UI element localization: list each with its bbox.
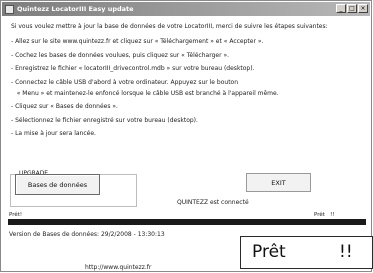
connection-status: QUINTEZZ est connecté: [177, 199, 249, 206]
step-4: - Connectez le câble USB d'abord à votre…: [11, 78, 239, 86]
step-2: - Cochez les bases de données voulues, p…: [11, 51, 230, 59]
app-window: Quintezz LocatorIII Easy update _ □ × Si…: [0, 0, 372, 272]
window-title: Quintezz LocatorIII Easy update: [17, 5, 134, 13]
window-controls: _ □ ×: [336, 4, 368, 13]
step-1: - Allez sur le site www.quintezz.fr et c…: [11, 38, 264, 46]
status-text-left: Prêt!: [9, 212, 23, 218]
step-4-cont: « Menu » et maintenez-le enfoncé lorsque…: [11, 90, 279, 98]
zoomed-status-word: Prêt: [252, 242, 286, 262]
title-bar[interactable]: Quintezz LocatorIII Easy update _ □ ×: [2, 2, 370, 16]
instructions: Si vous voulez mettre à jour la base de …: [11, 23, 363, 139]
step-3: - Enregistrez le fichier « locatorIII_dr…: [11, 65, 255, 73]
app-icon: [5, 4, 14, 14]
intro-text: Si vous voulez mettre à jour la base de …: [11, 23, 328, 30]
step-7: - La mise à jour sera lancée.: [11, 130, 96, 138]
website-link[interactable]: http://www.quintezz.fr: [85, 264, 151, 271]
zoomed-status-callout: Prêt !!: [240, 236, 373, 269]
maximize-button[interactable]: □: [347, 4, 357, 13]
database-version: Version de Bases de données: 29/2/2008 -…: [9, 231, 165, 238]
close-button[interactable]: ×: [358, 4, 368, 13]
status-text-right: Prêt !!: [314, 212, 335, 218]
minimize-button[interactable]: _: [336, 4, 346, 13]
step-6: - Sélectionnez le fichier enregistré sur…: [11, 116, 198, 124]
step-5: - Cliquez sur « Bases de données ».: [11, 103, 118, 111]
exit-button[interactable]: EXIT: [246, 173, 311, 192]
databases-button[interactable]: Bases de données: [15, 174, 100, 195]
progress-bar: [8, 219, 366, 225]
zoomed-status-bang: !!: [339, 242, 353, 262]
